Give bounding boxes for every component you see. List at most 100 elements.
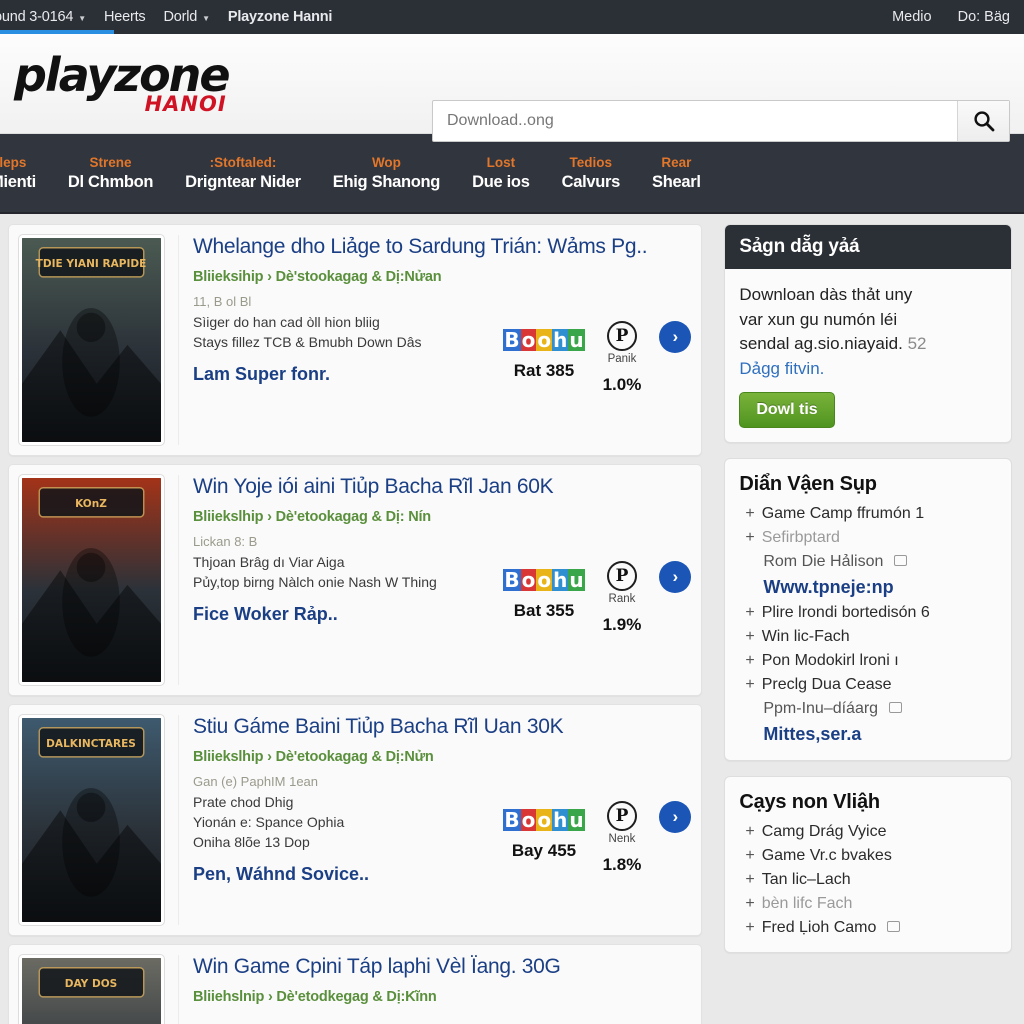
forum-list-item[interactable]: + Win lic-Fach [745, 625, 997, 649]
forum-list-item[interactable]: Mittes,ser.a [745, 721, 997, 748]
nav-item-toplabel: :Stoftaled: [209, 154, 277, 170]
article-card[interactable]: DAY DOS Win Game Cpini Táp laphi Vèl Ïan… [8, 944, 703, 1024]
promo-line-2: var xun gu numón léi [739, 309, 898, 329]
article-title[interactable]: Stiu Gáme Baini Tiủp Bacha Rĩl Uan 30K [193, 715, 691, 739]
article-body: Win Yoje iói aini Tiủp Bacha Rĩl Jan 60K… [178, 475, 692, 685]
article-thumbnail[interactable]: DALKINCTARES [19, 715, 164, 925]
forum-list-item-label: Win lic-Fach [761, 627, 850, 645]
browser-top-right-item[interactable]: Medio [892, 9, 932, 25]
forum-list-item[interactable]: + Sefirbptard [745, 526, 997, 550]
nav-item[interactable]: Strene Dl Chmbon [52, 155, 169, 192]
brand-logo-letter: u [568, 568, 585, 592]
tags-list-item[interactable]: + bèn lifc Fach [745, 892, 997, 916]
brand-logo-icon: Boohu [503, 801, 585, 832]
browser-tab-label: Playzone Hanni [227, 9, 333, 25]
forum-list-item[interactable]: + Game Camp ffrumón 1 [745, 502, 997, 526]
nav-item-label: Drigntear Nider [185, 172, 301, 191]
browser-tab[interactable]: Playzone Hanni [227, 9, 333, 25]
page-body: TDIE YIANI RAPIDE Whelange dho Liảge to … [0, 214, 1024, 1024]
promo-download-button[interactable]: Dowl tis [739, 391, 835, 428]
nav-item-label: Calvurs [561, 172, 621, 191]
browser-top-bar: ound 3-0164 ▼ Heerts Dorld ▼ Playzone Hanni M… [0, 0, 1024, 34]
plus-icon: + [745, 603, 755, 621]
tags-list-item[interactable]: + Tan lic–Lach [745, 868, 997, 892]
article-breadcrumb[interactable]: Bliiekslhip › Dè'etookagag & Dị: Nín [193, 509, 691, 525]
forum-widget-list: + Game Camp ffrumón 1 + Sefirbptard Rom Die … [725, 502, 1011, 760]
plus-icon: + [745, 846, 755, 864]
article-breadcrumb[interactable]: Bliiehslnip › Dè'etodkegag & Dị:Kĩnn [193, 989, 691, 1005]
thumbnail-art: DAY DOS [22, 958, 161, 1024]
nav-item[interactable]: Lost Due ios [456, 155, 546, 192]
nav-item[interactable]: leps Mienti [0, 155, 52, 192]
article-breadcrumb[interactable]: Bliiekslhip › Dè'etookagag & Dị:Nửn [193, 749, 691, 765]
article-thumbnail[interactable]: KOnZ [19, 475, 164, 685]
brand-logo-letter: B [503, 808, 521, 832]
tags-list-item[interactable]: + Fred Ḷioh Camo [745, 916, 997, 940]
browser-tab-label: Heerts [103, 9, 146, 25]
forum-list-item[interactable]: + Pon Modokirl lroni ı [745, 649, 997, 673]
svg-text:TDIE YIANI RAPIDE: TDIE YIANI RAPIDE [36, 257, 147, 270]
nav-item[interactable]: Tedios Calvurs [546, 155, 636, 192]
article-breadcrumb[interactable]: Bliieksihip › Dè'stookagag & Dị:Nửan [193, 269, 691, 285]
article-thumbnail[interactable]: DAY DOS [19, 955, 164, 1024]
plus-icon: + [745, 894, 755, 912]
nav-item[interactable]: Rear Shearl [636, 155, 717, 192]
article-card[interactable]: DALKINCTARES Stiu Gáme Baini Tiủp Bacha … [8, 704, 703, 936]
article-list: TDIE YIANI RAPIDE Whelange dho Liảge to … [8, 224, 703, 1024]
article-go-button[interactable]: › [659, 801, 692, 833]
promo-line-3: sendal ag.sio.niayaid. [739, 334, 903, 354]
promo-link[interactable]: Dảgg fitvin. [739, 357, 824, 382]
article-go-button[interactable]: › [659, 561, 692, 593]
search-icon [973, 111, 994, 132]
article-title[interactable]: Win Yoje iói aini Tiủp Bacha Rĩl Jan 60K [193, 475, 691, 499]
browser-tab[interactable]: Heerts [104, 9, 146, 25]
nav-item[interactable]: Wop Ehig Shanong [317, 155, 456, 192]
promo-badge: 52 [907, 334, 927, 354]
search-input[interactable] [433, 101, 957, 141]
article-card[interactable]: TDIE YIANI RAPIDE Whelange dho Liảge to … [8, 224, 703, 456]
tags-list-item-label: bèn lifc Fach [761, 894, 853, 912]
article-title[interactable]: Win Game Cpini Táp laphi Vèl Ïang. 30G [193, 955, 691, 979]
article-card[interactable]: KOnZ Win Yoje iói aini Tiủp Bacha Rĩl Ja… [8, 464, 703, 696]
browser-tab[interactable]: Dorld ▼ [163, 9, 210, 25]
brand-logo-letter: h [552, 808, 569, 832]
svg-text:DAY DOS: DAY DOS [65, 977, 118, 990]
article-go-button[interactable]: › [659, 321, 692, 353]
article-title[interactable]: Whelange dho Liảge to Sardung Trián: Wảm… [193, 235, 691, 259]
plus-icon: + [745, 504, 755, 522]
promo-text: Downloan dàs thảt uny var xun gu numón l… [739, 283, 997, 382]
forum-list-item-label: Preclg Dua Cease [761, 675, 892, 693]
forum-list-item[interactable]: Rom Die Hảlison [745, 550, 997, 574]
brand-logo-letter: u [568, 808, 585, 832]
brand-logo-letter: u [568, 328, 585, 352]
brand-logo-letter: h [552, 568, 569, 592]
forum-list-item[interactable]: Www.tpneje:np [745, 574, 997, 601]
browser-tab[interactable]: ound 3-0164 ▼ [0, 9, 86, 25]
rank-badge-label: Nenk [608, 833, 636, 845]
brand-logo-letter: o [520, 808, 537, 832]
forum-list-item-label: Ppm-Inu–díáarg [763, 699, 879, 717]
site-header: playzone HANOI [0, 34, 1024, 142]
brand-logo-icon: Boohu [503, 561, 585, 592]
nav-item-label: Due ios [472, 172, 530, 191]
article-thumbnail[interactable]: TDIE YIANI RAPIDE [19, 235, 164, 445]
search-bar[interactable] [432, 100, 1010, 142]
article-side-stats: Bo o h u Rat 385 P Panik 1.0% › [503, 321, 692, 395]
article-body: Win Game Cpini Táp laphi Vèl Ïang. 30G Bl… [178, 955, 691, 1024]
tags-widget: Cạys non Vliậh + Camg Drág Vyice + Game Vr.… [724, 775, 1012, 953]
nav-item[interactable]: :Stoftaled: Drigntear Nider [169, 155, 317, 192]
promo-line-1: Downloan dàs thảt uny [739, 285, 913, 304]
search-button[interactable] [957, 101, 1009, 141]
forum-list-item[interactable]: Ppm-Inu–díáarg [745, 697, 997, 721]
forum-list-item[interactable]: + Preclg Dua Cease [745, 673, 997, 697]
nav-item-toplabel: Tedios [569, 154, 613, 170]
tags-list-item[interactable]: + Camg Drág Vyice [745, 820, 997, 844]
tags-list-item[interactable]: + Game Vr.c bvakes [745, 844, 997, 868]
browser-top-right-item[interactable]: Do: Bäg [958, 9, 1010, 25]
article-side-stats: Bo o h u Bay 455 P Nenk 1.8% › [503, 801, 692, 875]
tags-list-item-label: Fred Ḷioh Camo [761, 918, 877, 936]
plus-icon: + [745, 675, 755, 693]
site-logo[interactable]: playzone HANOI [0, 52, 231, 115]
forum-list-item[interactable]: + Plire lrondi bortedisón 6 [745, 601, 997, 625]
forum-list-item-label: Plire lrondi bortedisón 6 [761, 603, 930, 621]
